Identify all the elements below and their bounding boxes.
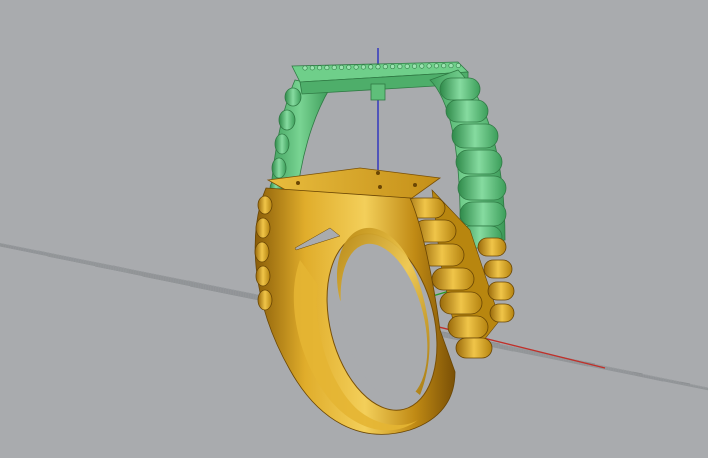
ridge (257, 195, 273, 215)
stone (397, 63, 403, 69)
ridge (487, 281, 515, 301)
stone (331, 65, 337, 71)
ridge (457, 175, 507, 201)
stone (426, 63, 432, 69)
stone (317, 65, 323, 71)
ridge (489, 303, 515, 323)
stone (433, 63, 439, 69)
ridge (274, 133, 290, 155)
stone (338, 64, 344, 70)
ridge (255, 217, 271, 239)
stone (441, 63, 447, 69)
ridge (255, 265, 271, 287)
ridge (455, 337, 493, 359)
ridge (257, 289, 273, 311)
ridge (447, 315, 489, 339)
ridge (271, 157, 287, 179)
ridge (445, 99, 489, 123)
stone (455, 62, 461, 68)
ridge (284, 87, 302, 107)
stone (419, 63, 425, 69)
ridge (439, 77, 481, 101)
ridge (451, 123, 499, 149)
ridge (278, 109, 296, 131)
ridge (477, 237, 507, 257)
stone (302, 65, 308, 71)
stone (404, 63, 410, 69)
stone (353, 64, 359, 70)
stone (448, 63, 454, 69)
ridge (459, 201, 507, 227)
grid-line (412, 325, 708, 389)
ridge (254, 241, 270, 263)
perspective-viewport[interactable] (0, 0, 708, 458)
stone (411, 63, 417, 69)
stone (390, 64, 396, 70)
ridge (431, 267, 475, 291)
stone (375, 64, 381, 70)
stone (360, 64, 366, 70)
stone (309, 65, 315, 71)
stone (346, 64, 352, 70)
grid-line (0, 244, 289, 307)
viewport-canvas[interactable] (0, 0, 708, 458)
ridge (439, 291, 483, 315)
ridge (483, 259, 513, 279)
ridge (455, 149, 503, 175)
stone (368, 64, 374, 70)
stone (324, 65, 330, 71)
stone (382, 64, 388, 70)
